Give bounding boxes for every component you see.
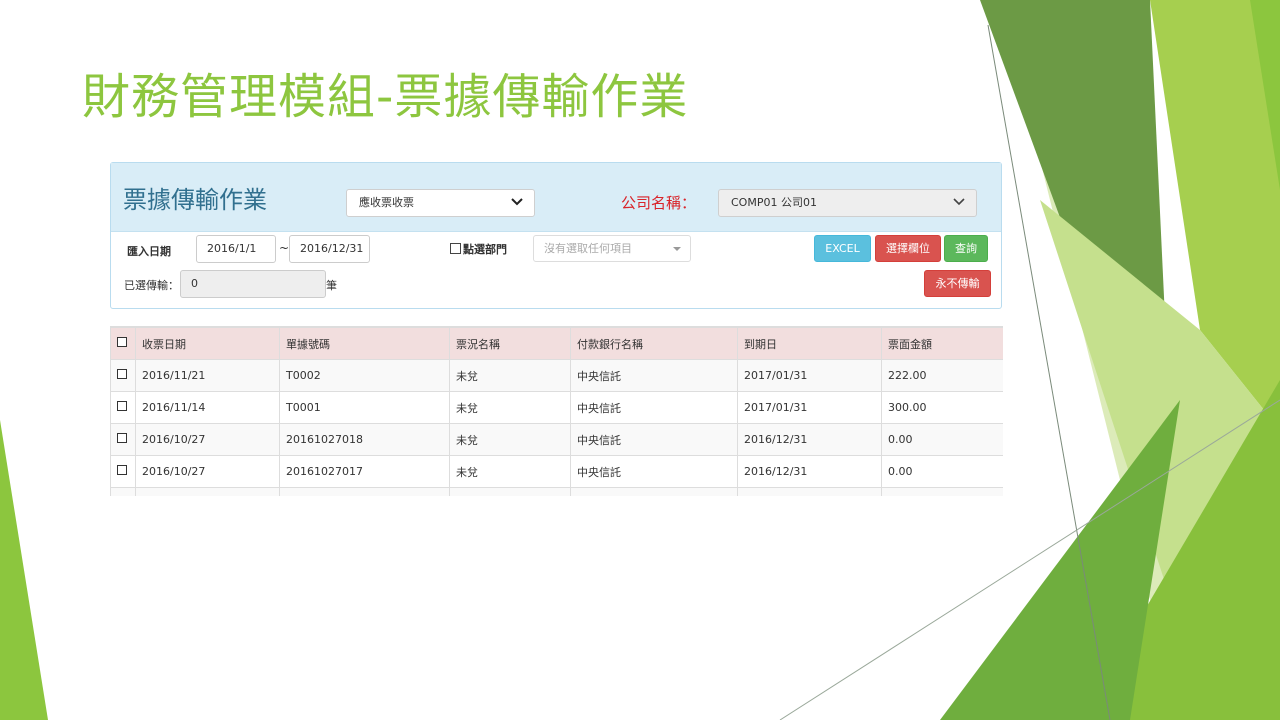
select-all-checkbox[interactable] [110, 327, 136, 360]
row-checkbox[interactable] [110, 455, 136, 488]
company-label: 公司名稱： [621, 194, 697, 212]
table-cell: 2016/11/14 [135, 391, 280, 424]
table-cell: 0.00 [881, 455, 1003, 488]
selected-transfer-label: 已選傳輸： [124, 279, 179, 292]
table-cell [279, 487, 450, 496]
table-cell: 未兌 [449, 391, 571, 424]
dept-checkbox[interactable]: 點選部門 [450, 241, 507, 257]
table-cell [135, 487, 280, 496]
slide-title: 財務管理模組-票據傳輸作業 [82, 69, 689, 125]
table-cell: 中央信託 [570, 423, 738, 456]
table-cell: 未兌 [449, 359, 571, 392]
caret-down-icon [673, 247, 681, 251]
table-cell: 2016/10/27 [135, 455, 280, 488]
table-cell [110, 487, 136, 496]
ticket-type-value: 應收票收票 [359, 196, 414, 209]
panel-heading: 票據傳輸作業 應收票收票 公司名稱： COMP01 公司01 [111, 163, 1001, 232]
query-button[interactable]: 查詢 [944, 235, 988, 262]
table-cell: 未兌 [449, 455, 571, 488]
column-header[interactable]: 票況名稱 [449, 327, 571, 360]
table-cell: 2017/01/31 [737, 391, 882, 424]
checkbox-icon [117, 337, 127, 347]
table-cell: 中央信託 [570, 455, 738, 488]
row-checkbox[interactable] [110, 391, 136, 424]
chevron-down-icon [953, 198, 965, 206]
checkbox-icon [117, 433, 127, 443]
checkbox-icon [117, 369, 127, 379]
table-cell: 222.00 [881, 359, 1003, 392]
dept-checkbox-label: 點選部門 [463, 243, 507, 256]
table-cell: 300.00 [881, 391, 1003, 424]
ticket-type-select[interactable]: 應收票收票 [346, 189, 535, 217]
checkbox-icon [117, 401, 127, 411]
dept-placeholder: 沒有選取任何項目 [544, 242, 632, 255]
select-columns-button[interactable]: 選擇欄位 [875, 235, 941, 262]
never-transfer-button[interactable]: 永不傳輸 [924, 270, 991, 297]
table-row[interactable]: 2016/11/14 T0001 未兌 中央信託 2017/01/31 300.… [110, 391, 1003, 424]
row-checkbox[interactable] [110, 423, 136, 456]
filter-panel: 票據傳輸作業 應收票收票 公司名稱： COMP01 公司01 匯入日期 2016… [110, 162, 1002, 309]
dept-multiselect[interactable]: 沒有選取任何項目 [533, 235, 691, 262]
count-unit: 筆 [326, 279, 337, 292]
date-to-input[interactable]: 2016/12/31 [289, 235, 370, 263]
date-separator: ~ [279, 241, 290, 255]
table-row[interactable]: 2016/11/21 T0002 未兌 中央信託 2017/01/31 222.… [110, 359, 1003, 392]
ticket-table: 收票日期 單據號碼 票況名稱 付款銀行名稱 到期日 票面金額 2016/11/2… [110, 326, 1003, 496]
import-date-label: 匯入日期 [127, 245, 171, 258]
checkbox-icon [117, 465, 127, 475]
panel-title: 票據傳輸作業 [123, 186, 267, 214]
table-cell: 2016/12/31 [737, 423, 882, 456]
company-select[interactable]: COMP01 公司01 [718, 189, 977, 217]
table-cell [570, 487, 738, 496]
table-cell: T0002 [279, 359, 450, 392]
column-header[interactable]: 收票日期 [135, 327, 280, 360]
checkbox-icon [450, 243, 461, 254]
table-cell: 0.00 [881, 423, 1003, 456]
table-cell: 2016/11/21 [135, 359, 280, 392]
deco-shard-left [0, 420, 48, 720]
table-cell: 20161027018 [279, 423, 450, 456]
table-cell [449, 487, 571, 496]
column-header[interactable]: 到期日 [737, 327, 882, 360]
selected-transfer-count: 0 [180, 270, 326, 298]
company-value: COMP01 公司01 [731, 196, 817, 209]
table-row[interactable]: 2016/10/27 20161027018 未兌 中央信託 2016/12/3… [110, 423, 1003, 456]
column-header[interactable]: 票面金額 [881, 327, 1003, 360]
chevron-down-icon [511, 198, 523, 206]
table-cell: 中央信託 [570, 359, 738, 392]
table-cell: 2016/10/27 [135, 423, 280, 456]
date-from-input[interactable]: 2016/1/1 [196, 235, 276, 263]
table-header-row: 收票日期 單據號碼 票況名稱 付款銀行名稱 到期日 票面金額 [110, 327, 1003, 360]
excel-button[interactable]: EXCEL [814, 235, 871, 262]
table-cell: 2016/12/31 [737, 455, 882, 488]
table-row[interactable]: 2016/10/27 20161027017 未兌 中央信託 2016/12/3… [110, 455, 1003, 488]
column-header[interactable]: 單據號碼 [279, 327, 450, 360]
table-cell: T0001 [279, 391, 450, 424]
table-row-partial [110, 487, 1003, 496]
column-header[interactable]: 付款銀行名稱 [570, 327, 738, 360]
row-checkbox[interactable] [110, 359, 136, 392]
table-cell: 20161027017 [279, 455, 450, 488]
table-cell: 2017/01/31 [737, 359, 882, 392]
table-cell: 中央信託 [570, 391, 738, 424]
table-cell [881, 487, 1003, 496]
table-cell [737, 487, 882, 496]
table-cell: 未兌 [449, 423, 571, 456]
